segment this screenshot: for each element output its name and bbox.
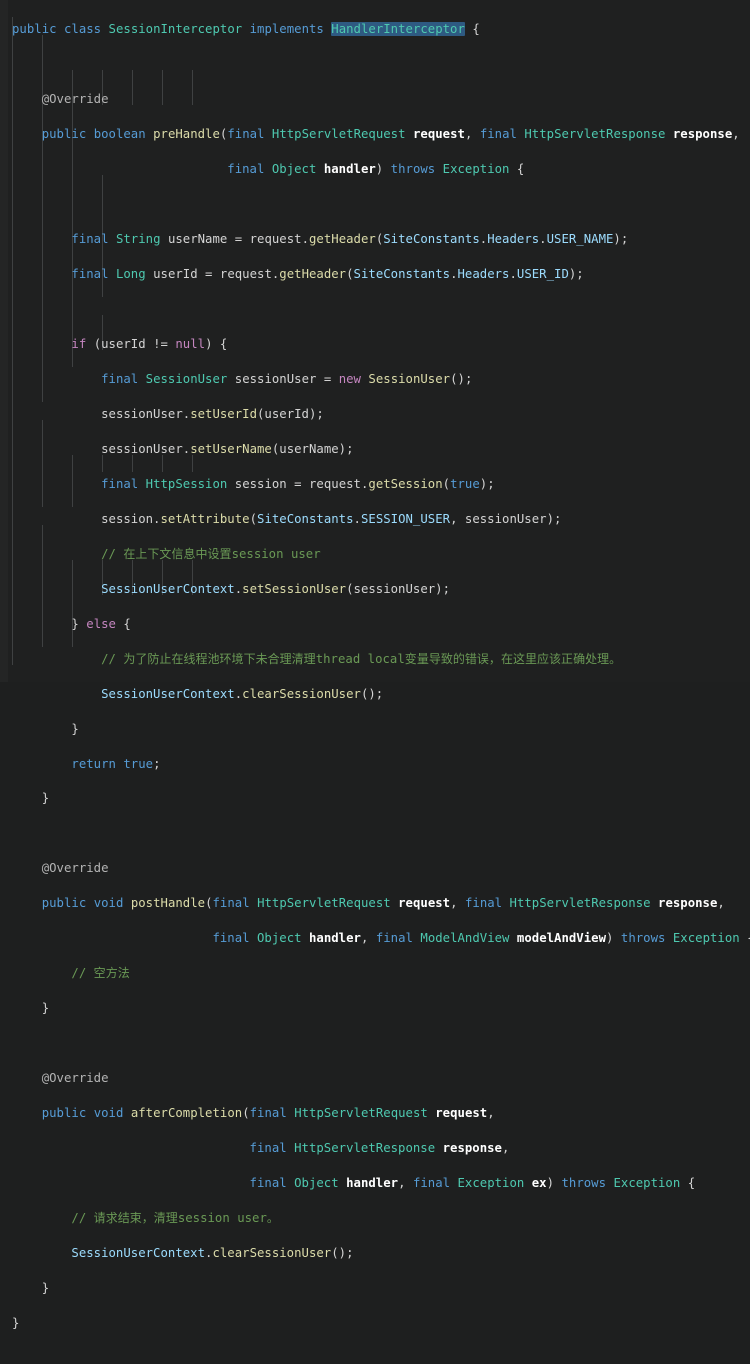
code-line[interactable]: final Object handler, final Exception ex… — [12, 1175, 750, 1192]
code-line[interactable] — [12, 1035, 750, 1052]
code-line[interactable]: SessionUserContext.clearSessionUser(); — [12, 1245, 750, 1262]
code-line[interactable]: final SessionUser sessionUser = new Sess… — [12, 371, 750, 388]
code-line[interactable]: } else { — [12, 616, 750, 633]
annotation-override: @Override — [41, 92, 109, 107]
code-line[interactable]: // 空方法 — [12, 965, 750, 982]
code-line[interactable]: } — [12, 1315, 750, 1332]
code-line[interactable]: sessionUser.setUserId(userId); — [12, 406, 750, 423]
code-line[interactable]: if (userId != null) { — [12, 336, 750, 353]
selected-token[interactable]: HandlerInterceptor — [331, 22, 465, 37]
code-comment: // 空方法 — [71, 966, 130, 981]
code-line[interactable]: final String userName = request.getHeade… — [12, 231, 750, 248]
code-line[interactable]: } — [12, 721, 750, 738]
code-content[interactable]: public class SessionInterceptor implemen… — [0, 4, 750, 1364]
annotation-override: @Override — [41, 1071, 109, 1086]
code-line[interactable]: // 请求结束，清理session user。 — [12, 1210, 750, 1227]
code-line[interactable]: public class SessionInterceptor implemen… — [12, 21, 750, 38]
code-comment: // 请求结束，清理session user。 — [71, 1210, 279, 1225]
code-line[interactable]: return true; — [12, 756, 750, 773]
code-line[interactable]: @Override — [12, 860, 750, 877]
code-comment: // 在上下文信息中设置session user — [101, 546, 321, 561]
code-line[interactable]: public boolean preHandle(final HttpServl… — [12, 126, 750, 143]
code-line[interactable]: public void afterCompletion(final HttpSe… — [12, 1105, 750, 1122]
code-comment: // 为了防止在线程池环境下未合理清理thread local变量导致的错误，在… — [101, 651, 622, 666]
code-line[interactable]: final Object handler) throws Exception { — [12, 161, 750, 178]
code-line[interactable]: // 在上下文信息中设置session user — [12, 546, 750, 563]
code-line[interactable]: sessionUser.setUserName(userName); — [12, 441, 750, 458]
code-line[interactable]: session.setAttribute(SiteConstants.SESSI… — [12, 511, 750, 528]
code-line[interactable]: final Long userId = request.getHeader(Si… — [12, 266, 750, 283]
code-line[interactable]: final Object handler, final ModelAndView… — [12, 930, 750, 947]
code-line[interactable]: } — [12, 1280, 750, 1297]
code-line[interactable]: } — [12, 790, 750, 807]
code-editor[interactable]: public class SessionInterceptor implemen… — [0, 0, 750, 1330]
code-line[interactable] — [12, 196, 750, 213]
code-line[interactable] — [12, 56, 750, 73]
code-line[interactable]: final HttpServletResponse response, — [12, 1140, 750, 1157]
code-line[interactable] — [12, 825, 750, 842]
code-line[interactable]: public void postHandle(final HttpServlet… — [12, 895, 750, 912]
code-line[interactable]: @Override — [12, 1070, 750, 1087]
code-line[interactable]: @Override — [12, 91, 750, 108]
code-line[interactable]: final HttpSession session = request.getS… — [12, 476, 750, 493]
annotation-override: @Override — [41, 861, 109, 876]
code-line[interactable] — [12, 301, 750, 318]
code-line[interactable]: } — [12, 1000, 750, 1017]
code-line[interactable]: SessionUserContext.setSessionUser(sessio… — [12, 581, 750, 598]
code-line[interactable]: SessionUserContext.clearSessionUser(); — [12, 686, 750, 703]
code-line[interactable]: // 为了防止在线程池环境下未合理清理thread local变量导致的错误，在… — [12, 651, 750, 668]
